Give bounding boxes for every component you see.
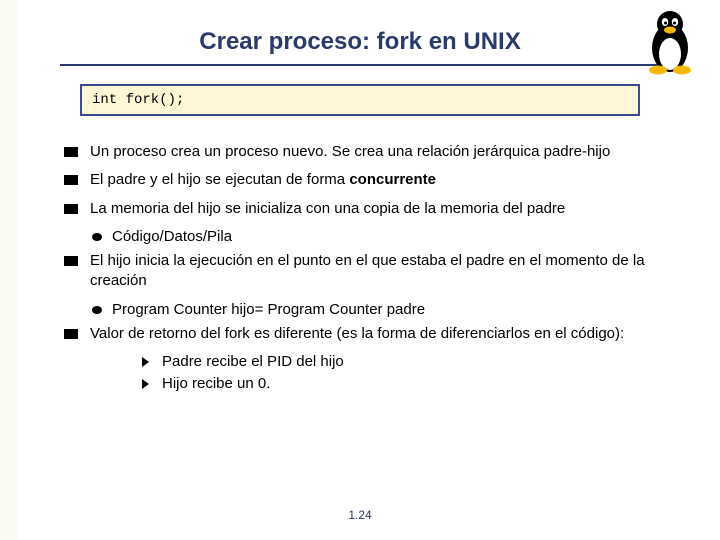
code-text: int fork(); xyxy=(92,92,184,108)
subsublist-text: Padre recibe el PID del hijo xyxy=(162,352,680,372)
list-item: La memoria del hijo se inicializa con un… xyxy=(64,199,680,219)
tux-icon xyxy=(640,6,700,76)
sublist-item: Código/Datos/Pila xyxy=(92,227,680,247)
list-text-pre: El padre y el hijo se ejecutan de forma xyxy=(90,171,349,188)
triangle-bullet-icon xyxy=(142,357,152,367)
square-bullet-icon xyxy=(64,329,78,339)
list-text: La memoria del hijo se inicializa con un… xyxy=(90,199,680,219)
sublist-text: Program Counter hijo= Program Counter pa… xyxy=(112,300,680,320)
page-number: 1.24 xyxy=(0,508,720,522)
title-block: Crear proceso: fork en UNIX xyxy=(60,28,660,66)
list-item: Valor de retorno del fork es diferente (… xyxy=(64,324,680,344)
list-item: El padre y el hijo se ejecutan de forma … xyxy=(64,170,680,190)
bullet-content: Un proceso crea un proceso nuevo. Se cre… xyxy=(64,142,680,397)
list-text: Valor de retorno del fork es diferente (… xyxy=(90,324,680,344)
subsublist-item: Hijo recibe un 0. xyxy=(142,374,680,394)
title-underline xyxy=(60,64,660,66)
square-bullet-icon xyxy=(64,175,78,185)
list-text: Un proceso crea un proceso nuevo. Se cre… xyxy=(90,142,680,162)
sublist-item: Program Counter hijo= Program Counter pa… xyxy=(92,300,680,320)
list-text: El hijo inicia la ejecución en el punto … xyxy=(90,251,680,292)
triangle-bullet-icon xyxy=(142,379,152,389)
list-item: Un proceso crea un proceso nuevo. Se cre… xyxy=(64,142,680,162)
list-item: El hijo inicia la ejecución en el punto … xyxy=(64,251,680,292)
sublist-text: Código/Datos/Pila xyxy=(112,227,680,247)
subsublist-item: Padre recibe el PID del hijo xyxy=(142,352,680,372)
dot-bullet-icon xyxy=(92,306,102,314)
left-margin-stripe xyxy=(0,0,18,540)
dot-bullet-icon xyxy=(92,233,102,241)
square-bullet-icon xyxy=(64,204,78,214)
list-text-bold: concurrente xyxy=(349,171,436,188)
list-text: El padre y el hijo se ejecutan de forma … xyxy=(90,170,680,190)
subsublist-text: Hijo recibe un 0. xyxy=(162,374,680,394)
square-bullet-icon xyxy=(64,256,78,266)
square-bullet-icon xyxy=(64,147,78,157)
page-title: Crear proceso: fork en UNIX xyxy=(60,28,660,62)
code-box: int fork(); xyxy=(80,84,640,116)
